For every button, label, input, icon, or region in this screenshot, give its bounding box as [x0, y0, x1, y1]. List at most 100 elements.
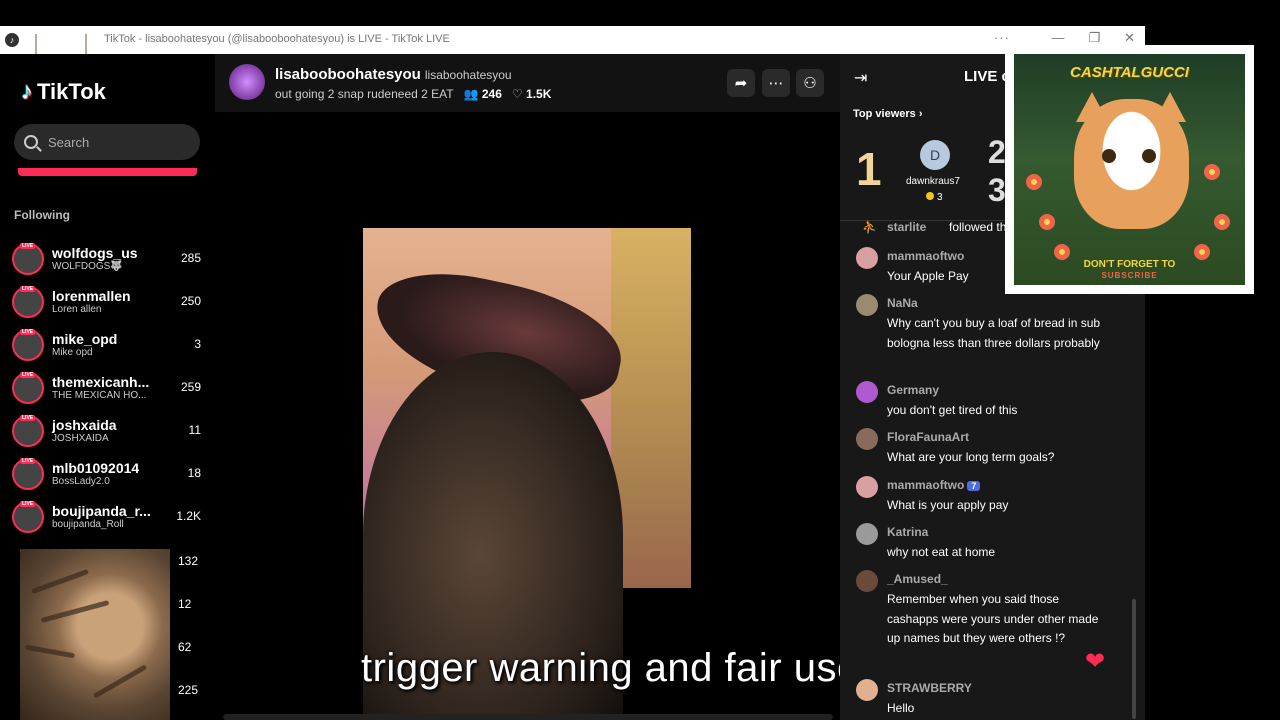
chat-username[interactable]: FloraFaunaArt — [887, 430, 969, 444]
following-display-name: JOSHXAIDA — [52, 433, 109, 444]
viewer-count: 👥 246 — [463, 87, 502, 101]
following-item[interactable]: LIVE themexicanh... THE MEXICAN HO... 259 — [12, 366, 207, 409]
chat-avatar[interactable] — [856, 294, 878, 316]
chat-avatar[interactable] — [856, 476, 878, 498]
following-viewer-count: 285 — [180, 251, 201, 265]
following-item[interactable]: LIVE boujipanda_r... boujipanda_Roll 1.2K — [12, 495, 207, 538]
following-avatar: LIVE — [12, 457, 44, 490]
chat-avatar[interactable] — [856, 570, 878, 592]
chat-username[interactable]: mammaoftwo 7 — [887, 478, 981, 492]
following-viewer-count: 18 — [187, 466, 201, 480]
stream-header: lisabooboohatesyou lisaboohatesyou out go… — [215, 54, 840, 112]
collapse-chat-icon[interactable]: ⇥ — [854, 68, 867, 88]
promo-cta-line1: DON'T FORGET TO — [1083, 259, 1176, 270]
chat-username[interactable]: NaNa — [887, 296, 918, 310]
subscribe-promo-overlay: CASHTALGUCCI DON'T FORGET TO SUBSCRIBE — [1005, 45, 1254, 294]
chat-text: Hello — [887, 701, 915, 715]
following-username: themexicanh... — [52, 374, 150, 390]
promo-cta-line2: SUBSCRIBE — [1101, 271, 1158, 280]
following-display-name: Mike opd — [52, 347, 93, 358]
live-badge: LIVE — [20, 500, 36, 507]
following-avatar: LIVE — [12, 285, 44, 318]
chat-avatar[interactable] — [856, 679, 878, 701]
minimize-button[interactable]: — — [1051, 30, 1064, 46]
live-chat-heading: LIVE c — [964, 68, 1010, 85]
top-viewers-link[interactable]: Top viewers › — [853, 108, 923, 120]
video-controls-bar[interactable] — [223, 714, 833, 720]
follow-icon: ⛹ — [862, 220, 877, 234]
following-viewer-count: 3 — [194, 337, 201, 351]
share-button[interactable]: ➦ — [727, 69, 755, 97]
following-item[interactable]: LIVE joshxaida JOSHXAIDA 11 — [12, 409, 207, 452]
window-menu-button[interactable]: ··· — [994, 30, 1010, 45]
promo-brand: CASHTALGUCCI — [1070, 64, 1189, 81]
chat-avatar[interactable] — [856, 523, 878, 545]
following-viewer-count: 259 — [180, 380, 201, 394]
following-display-name: Loren allen — [52, 304, 102, 315]
following-item[interactable]: LIVE wolfdogs_us WOLFDOGS🐺 285 — [12, 237, 207, 280]
tiktok-note-icon: ♪ — [21, 78, 33, 105]
top-viewer-avatar[interactable]: D — [920, 140, 950, 170]
live-badge: LIVE — [20, 285, 36, 292]
live-badge: LIVE — [20, 242, 36, 249]
chat-username[interactable]: _Amused_ — [887, 572, 948, 586]
stream-title: out going 2 snap rudeneed 2 EAT — [275, 87, 454, 101]
streamer-avatar[interactable] — [229, 64, 265, 100]
following-username: mlb01092014 — [52, 460, 140, 476]
following-display-name: WOLFDOGS🐺 — [52, 261, 123, 272]
close-button[interactable]: ✕ — [1124, 30, 1135, 46]
live-button-bar[interactable] — [18, 168, 197, 176]
stream-meta: out going 2 snap rudeneed 2 EAT 👥 246 ♡ … — [275, 87, 551, 101]
chat-username[interactable]: Germany — [887, 383, 939, 397]
maximize-button[interactable]: ❐ — [1088, 30, 1100, 46]
following-username: mike_opd — [52, 331, 118, 347]
chat-scrollbar[interactable] — [1132, 599, 1136, 719]
search-placeholder: Search — [48, 134, 90, 150]
tiktok-logo[interactable]: ♪ TikTok — [21, 78, 106, 106]
caption-overlay: trigger warning and fair use — [361, 646, 860, 690]
following-display-name: boujipanda_Roll — [52, 519, 124, 530]
chat-avatar[interactable] — [856, 381, 878, 403]
live-video[interactable] — [215, 112, 840, 720]
chat-avatar[interactable] — [856, 428, 878, 450]
level-badge: 7 — [967, 481, 981, 491]
user-check-icon: ⚇ — [803, 75, 817, 92]
chat-text: you don't get tired of this — [887, 403, 1018, 417]
more-options-button[interactable]: ⋯ — [762, 69, 790, 97]
top-viewer-coins: 3 — [926, 192, 943, 203]
streamer-handle: lisaboohatesyou — [424, 68, 512, 82]
following-username: joshxaida — [52, 417, 117, 433]
like-count: ♡ 1.5K — [511, 87, 552, 101]
following-avatar: LIVE — [12, 414, 44, 447]
people-icon: 👥 — [463, 87, 479, 101]
following-viewer-count: 12 — [178, 597, 192, 611]
floating-heart-icon: ❤ — [1085, 648, 1106, 675]
following-list: LIVE wolfdogs_us WOLFDOGS🐺 285 LIVE lorenmall… — [12, 237, 207, 538]
follow-settings-button[interactable]: ⚇ — [796, 69, 824, 97]
following-username: wolfdogs_us — [52, 245, 138, 261]
following-viewer-count: 225 — [178, 683, 199, 697]
window-titlebar: ♪ TikTok - lisaboohatesyou (@lisaboobooh… — [0, 26, 1145, 54]
chat-username[interactable]: STRAWBERRY — [887, 681, 972, 695]
rank-2: 2 — [988, 134, 1006, 170]
following-username: lorenmallen — [52, 288, 131, 304]
following-item[interactable]: LIVE mlb01092014 BossLady2.0 18 — [12, 452, 207, 495]
window-title: TikTok - lisaboohatesyou (@lisabooboohat… — [104, 33, 450, 45]
chat-avatar[interactable] — [856, 247, 878, 269]
search-icon — [24, 135, 38, 149]
heart-outline-icon: ♡ — [511, 87, 523, 101]
following-heading: Following — [14, 208, 70, 222]
following-viewer-count: 250 — [180, 294, 201, 308]
chat-username[interactable]: mammaoftwo — [887, 249, 964, 263]
streamer-name[interactable]: lisabooboohatesyou lisaboohatesyou — [275, 66, 512, 83]
streamer-username: lisabooboohatesyou — [275, 66, 421, 83]
chat-username[interactable]: Katrina — [887, 525, 928, 539]
following-item[interactable]: LIVE lorenmallen Loren allen 250 — [12, 280, 207, 323]
following-avatar: LIVE — [12, 371, 44, 404]
live-badge: LIVE — [20, 414, 36, 421]
search-input[interactable]: Search — [14, 124, 200, 160]
top-viewer-name[interactable]: dawnkraus7 — [906, 176, 960, 187]
following-viewer-count: 62 — [178, 640, 192, 654]
more-dots-icon: ⋯ — [768, 75, 784, 92]
following-item[interactable]: LIVE mike_opd Mike opd 3 — [12, 323, 207, 366]
